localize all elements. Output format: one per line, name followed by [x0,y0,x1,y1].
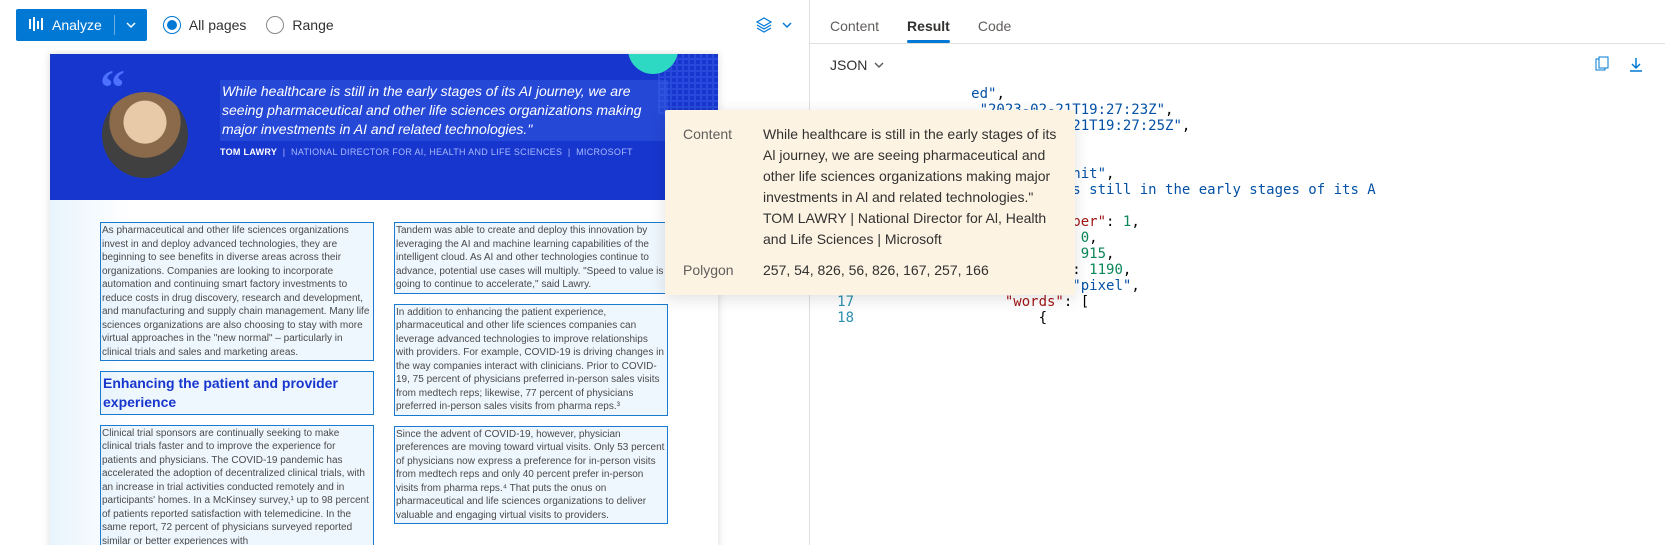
radio-range[interactable]: Range [266,16,333,34]
tooltip-polygon-value: 257, 54, 826, 56, 826, 167, 257, 166 [763,260,1057,281]
tab-result[interactable]: Result [907,10,950,42]
document-body: As pharmaceutical and other life science… [50,200,718,545]
paragraph-block[interactable]: In addition to enhancing the patient exp… [394,304,668,416]
tab-content[interactable]: Content [830,10,879,42]
copy-icon[interactable] [1593,56,1611,74]
quote-mark-icon: “ [100,58,125,116]
hero-quote-text[interactable]: While healthcare is still in the early s… [220,80,668,141]
json-format-label: JSON [830,57,867,73]
code-line[interactable]: 18 { [810,310,1665,326]
layers-icon[interactable] [755,16,773,34]
tooltip-polygon-label: Polygon [683,260,743,281]
paragraph-block[interactable]: Tandem was able to create and deploy thi… [394,222,668,294]
hover-tooltip: Content While healthcare is still in the… [665,110,1075,295]
download-icon[interactable] [1627,56,1645,74]
json-header: JSON [810,44,1665,86]
page-scope-radio: All pages Range [163,16,334,34]
code-line[interactable]: 17 "words": [ [810,294,1665,310]
analyze-dropdown[interactable] [115,19,147,31]
radio-all-pages[interactable]: All pages [163,16,247,34]
radio-all-label: All pages [189,17,247,33]
chevron-down-icon [873,59,885,71]
result-tabs: Content Result Code [810,0,1665,44]
tab-code[interactable]: Code [978,10,1011,42]
hero-banner: “ While healthcare is still in the early… [50,54,718,200]
layers-dropdown[interactable] [781,19,793,31]
paragraph-block[interactable]: Since the advent of COVID-19, however, p… [394,426,668,525]
hero-attribution: TOM LAWRY | National Director for AI, He… [220,147,668,157]
analyze-icon [28,16,44,35]
tooltip-content-label: Content [683,124,743,250]
tooltip-content-value: While healthcare is still in the early s… [763,124,1057,250]
analyze-label: Analyze [52,17,102,33]
json-format-dropdown[interactable]: JSON [830,57,885,73]
code-line[interactable]: ed", [810,86,1665,102]
document-page: “ While healthcare is still in the early… [50,54,718,545]
paragraph-block[interactable]: As pharmaceutical and other life science… [100,222,374,361]
toolbar: Analyze All pages Range [0,0,809,50]
paragraph-block[interactable]: Clinical trial sponsors are continually … [100,425,374,545]
section-heading[interactable]: Enhancing the patient and provider exper… [100,371,374,415]
analyze-button[interactable]: Analyze [16,9,147,41]
radio-range-label: Range [292,17,333,33]
